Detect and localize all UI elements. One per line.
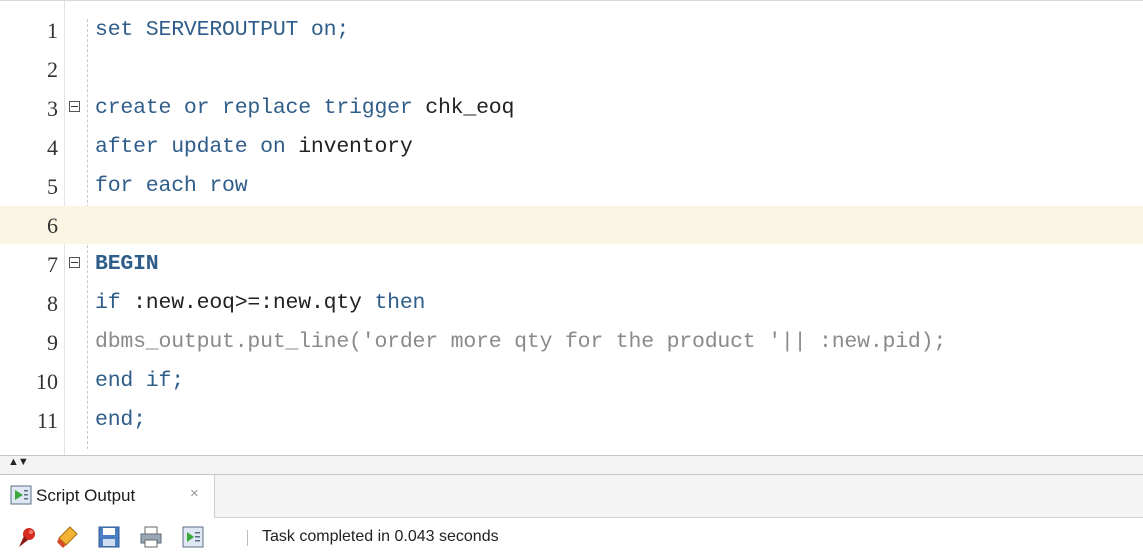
line-number: 5 <box>47 174 58 199</box>
panel-splitter[interactable]: ▲▼ <box>0 455 1143 475</box>
line-number: 6 <box>47 213 58 238</box>
save-icon[interactable] <box>96 524 122 550</box>
code-line[interactable]: 5 for each row <box>0 167 1143 205</box>
code-line[interactable]: 4 after update on inventory <box>0 128 1143 166</box>
code-line[interactable]: 8 if :new.eoq>=:new.qty then <box>0 284 1143 322</box>
close-icon[interactable]: × <box>190 485 199 502</box>
print-icon[interactable] <box>138 524 164 550</box>
line-number: 1 <box>47 18 58 43</box>
code-line[interactable]: 3 create or replace trigger chk_eoq <box>0 89 1143 127</box>
code-token: chk_eoq <box>425 96 515 120</box>
code-line[interactable]: 6 <box>0 206 1143 244</box>
code-text[interactable]: for each row <box>95 174 248 198</box>
code-line[interactable]: 2 <box>0 50 1143 88</box>
code-line[interactable]: 1 set SERVEROUTPUT on; <box>0 11 1143 49</box>
code-line[interactable]: 11 end; <box>0 401 1143 439</box>
line-number: 7 <box>47 252 58 277</box>
line-number: 2 <box>47 57 58 82</box>
code-text[interactable]: BEGIN <box>95 252 159 276</box>
code-text[interactable]: after update on inventory <box>95 135 413 159</box>
code-token: if <box>95 291 134 315</box>
line-number: 8 <box>47 291 58 316</box>
line-number: 11 <box>36 408 58 433</box>
code-line[interactable]: 10 end if; <box>0 362 1143 400</box>
code-token: end if; <box>95 369 184 393</box>
code-text[interactable]: if :new.eoq>=:new.qty then <box>95 291 425 315</box>
code-token: after update on <box>95 135 299 159</box>
code-token: :new.eoq>=:new.qty <box>133 291 375 315</box>
line-number: 10 <box>36 369 58 394</box>
code-token: dbms_output.put_line('order more qty for… <box>95 330 947 354</box>
code-token: set SERVEROUTPUT on; <box>95 18 350 42</box>
fold-toggle-icon[interactable] <box>69 101 80 112</box>
pin-icon[interactable] <box>14 524 40 550</box>
code-token: for each row <box>95 174 248 198</box>
code-text[interactable]: create or replace trigger chk_eoq <box>95 96 514 120</box>
code-line[interactable]: 7 BEGIN <box>0 245 1143 283</box>
output-tabbar: Script Output × <box>0 475 1143 518</box>
eraser-icon[interactable] <box>54 524 80 550</box>
status-text: Task completed in 0.043 seconds <box>262 528 499 545</box>
script-icon[interactable] <box>180 524 206 550</box>
line-number: 4 <box>47 135 58 160</box>
code-line[interactable]: 9 dbms_output.put_line('order more qty fo… <box>0 323 1143 361</box>
fold-toggle-icon[interactable] <box>69 257 80 268</box>
tab-script-output[interactable]: Script Output × <box>0 475 215 518</box>
code-text[interactable]: end; <box>95 408 146 432</box>
code-token: then <box>374 291 426 315</box>
code-text[interactable]: dbms_output.put_line('order more qty for… <box>95 330 946 354</box>
code-token: inventory <box>298 135 413 159</box>
code-token: create or replace trigger <box>95 96 426 120</box>
line-number: 9 <box>47 330 58 355</box>
tab-label: Script Output <box>36 486 136 505</box>
code-editor[interactable]: 1 set SERVEROUTPUT on; 2 3 create or replace… <box>0 0 1143 455</box>
code-text[interactable]: set SERVEROUTPUT on; <box>95 18 349 42</box>
toolbar-separator <box>247 530 248 546</box>
code-token: BEGIN <box>95 252 159 276</box>
collapse-arrows-icon[interactable]: ▲▼ <box>8 457 29 468</box>
line-number: 3 <box>47 96 58 121</box>
script-output-icon <box>10 485 32 505</box>
code-text[interactable]: end if; <box>95 369 184 393</box>
output-toolbar: Task completed in 0.043 seconds <box>0 518 1143 555</box>
code-token: end; <box>95 408 146 432</box>
